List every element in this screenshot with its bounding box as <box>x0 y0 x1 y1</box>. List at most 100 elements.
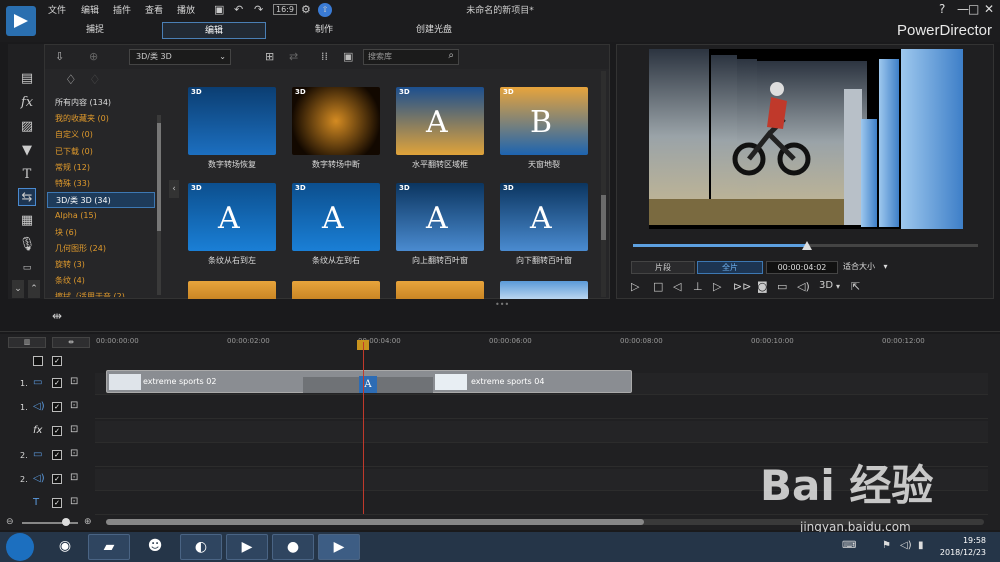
record-icon[interactable]: ● <box>272 534 314 560</box>
stop-icon[interactable]: □ <box>653 280 663 293</box>
timecode-display[interactable]: 00:00:04:02 <box>766 261 838 274</box>
category-item[interactable]: 块 (6) <box>47 225 155 241</box>
help-button[interactable]: ? <box>939 2 945 16</box>
volume-tray-icon[interactable]: ◁) <box>900 540 912 551</box>
category-item[interactable]: 常规 (12) <box>47 160 155 176</box>
lock-icon[interactable]: ⊡ <box>70 400 78 411</box>
category-item[interactable]: 所有内容 (134) <box>47 95 155 111</box>
transition-thumbnail[interactable]: 3D A <box>188 183 276 251</box>
previous-frame-icon[interactable]: ◁ <box>673 280 681 293</box>
3d-mode-button[interactable]: 3D <box>819 280 833 291</box>
track-enable-checkbox[interactable]: ✓ <box>52 450 62 460</box>
seek-handle[interactable] <box>802 241 812 250</box>
chapter-room-icon[interactable]: ▭ <box>18 259 36 277</box>
start-button-icon[interactable] <box>6 533 34 561</box>
tab-produce[interactable]: 制作 <box>284 22 364 39</box>
next-frame-icon[interactable]: ▷ <box>713 280 721 293</box>
category-item[interactable]: 3D/类 3D (34) <box>47 192 155 209</box>
audio-mixing-icon[interactable]: ▦ <box>18 212 36 230</box>
maximize-button[interactable]: □ <box>968 2 979 16</box>
import-icon[interactable]: ⇩ <box>55 50 64 63</box>
notification-tray-icon[interactable]: ⚑ <box>882 540 891 551</box>
category-dropdown[interactable]: 3D/类 3D ⌄ <box>129 49 231 65</box>
system-clock[interactable]: 19:58 2018/12/23 <box>940 535 986 559</box>
thumbnail-size-icon[interactable]: ▣ <box>343 50 353 63</box>
powerdirector-task-icon[interactable]: ▶ <box>318 534 360 560</box>
enable-all-checkbox[interactable]: ✓ <box>52 356 62 366</box>
replace-icon[interactable]: ⇄ <box>289 50 298 63</box>
network-tray-icon[interactable]: ▮ <box>918 540 924 551</box>
lock-icon[interactable]: ⊡ <box>70 448 78 459</box>
close-button[interactable]: ✕ <box>984 2 994 16</box>
grid-view-icon[interactable]: ⁞⁞ <box>321 50 328 63</box>
search-input[interactable]: 搜索库 ⌕ <box>363 49 459 65</box>
video-track-clip-group[interactable]: extreme sports 02 A extreme sports 04 <box>106 370 632 393</box>
panel-resize-handle[interactable]: ••• <box>495 300 509 309</box>
category-item[interactable]: 几何图形 (24) <box>47 241 155 257</box>
track-row[interactable] <box>95 397 988 419</box>
subtitle-icon[interactable]: ▭ <box>777 280 787 293</box>
volume-icon[interactable]: ◁) <box>797 280 810 293</box>
transition-thumbnail[interactable]: 3D A <box>292 183 380 251</box>
category-item[interactable]: 自定义 (0) <box>47 127 155 143</box>
add-category-icon[interactable]: ♢ <box>65 73 77 88</box>
fast-forward-icon[interactable]: ⊳⊳ <box>733 280 751 293</box>
transition-thumbnail[interactable] <box>396 281 484 299</box>
split-icon[interactable]: ⊥ <box>693 280 703 293</box>
library-scrollbar[interactable] <box>601 71 606 297</box>
zoom-in-icon[interactable]: ⊕ <box>84 517 92 527</box>
file-explorer-icon[interactable]: ▰ <box>88 534 130 560</box>
category-item[interactable]: 已下载 (0) <box>47 144 155 160</box>
storyboard-toggle-icon[interactable]: ⇼ <box>52 337 90 348</box>
category-item[interactable]: 旋转 (3) <box>47 257 155 273</box>
particle-room-icon[interactable]: ▼ <box>18 142 36 160</box>
transition-thumbnail[interactable]: 3D <box>292 87 380 155</box>
category-scrollbar-thumb[interactable] <box>157 123 161 231</box>
keyboard-tray-icon[interactable]: ⌨ <box>842 540 856 551</box>
transition-room-icon[interactable]: ⇆ <box>18 188 36 206</box>
voice-over-icon[interactable]: 🎙 <box>18 236 36 254</box>
select-all-checkbox[interactable] <box>33 356 43 366</box>
track-enable-checkbox[interactable]: ✓ <box>52 498 62 508</box>
zoom-slider-knob[interactable] <box>62 518 70 526</box>
movie-mode-button[interactable]: 全片 <box>697 261 763 274</box>
transition-thumbnail[interactable] <box>292 281 380 299</box>
add-to-timeline-icon[interactable]: ⊞ <box>265 50 274 63</box>
fx-room-icon[interactable]: fx <box>18 94 36 112</box>
tab-capture[interactable]: 捕捉 <box>60 22 130 39</box>
firefox-icon[interactable]: ◐ <box>180 534 222 560</box>
transition-thumbnail[interactable]: 3D A <box>500 183 588 251</box>
title-room-icon[interactable]: T <box>18 166 36 184</box>
transition-thumbnail[interactable]: 3D <box>188 87 276 155</box>
globe-icon[interactable]: ⊕ <box>89 50 98 63</box>
media-room-icon[interactable]: ▤ <box>18 70 36 88</box>
category-item[interactable]: 擦拭（适用于音 (2) <box>47 289 155 297</box>
fit-timeline-icon[interactable]: ⇹ <box>52 309 62 323</box>
lock-icon[interactable]: ⊡ <box>70 496 78 507</box>
3d-dropdown-icon[interactable]: ▾ <box>836 282 840 291</box>
collapse-panel-icon[interactable]: ‹ <box>169 180 179 198</box>
pip-room-icon[interactable]: ▨ <box>18 118 36 136</box>
scroll-up-icon[interactable]: ⌃ <box>28 280 40 298</box>
undock-icon[interactable]: ⇱ <box>851 280 860 293</box>
snapshot-icon[interactable]: ◙ <box>757 280 768 293</box>
clip-mode-button[interactable]: 片段 <box>631 261 695 274</box>
transition-thumbnail[interactable]: 3D A <box>396 87 484 155</box>
playhead-line[interactable] <box>363 342 364 514</box>
browser-360-icon[interactable]: ◉ <box>44 534 86 560</box>
timeline-scroll-thumb[interactable] <box>106 519 644 525</box>
tab-edit[interactable]: 编辑 <box>162 22 266 39</box>
zoom-out-icon[interactable]: ⊖ <box>6 517 14 527</box>
lock-icon[interactable]: ⊡ <box>70 376 78 387</box>
library-scrollbar-thumb[interactable] <box>601 195 606 240</box>
track-enable-checkbox[interactable]: ✓ <box>52 402 62 412</box>
search-icon[interactable]: ⌕ <box>448 49 454 63</box>
tab-create-disc[interactable]: 创建光盘 <box>392 22 476 39</box>
transition-thumbnail[interactable]: 3D A <box>396 183 484 251</box>
track-manager-icon[interactable]: ▥ <box>8 337 46 348</box>
category-item[interactable]: 特殊 (33) <box>47 176 155 192</box>
transition-thumbnail[interactable] <box>188 281 276 299</box>
track-row[interactable] <box>95 421 988 443</box>
transition-thumbnail[interactable]: 3D B <box>500 87 588 155</box>
lock-icon[interactable]: ⊡ <box>70 472 78 483</box>
